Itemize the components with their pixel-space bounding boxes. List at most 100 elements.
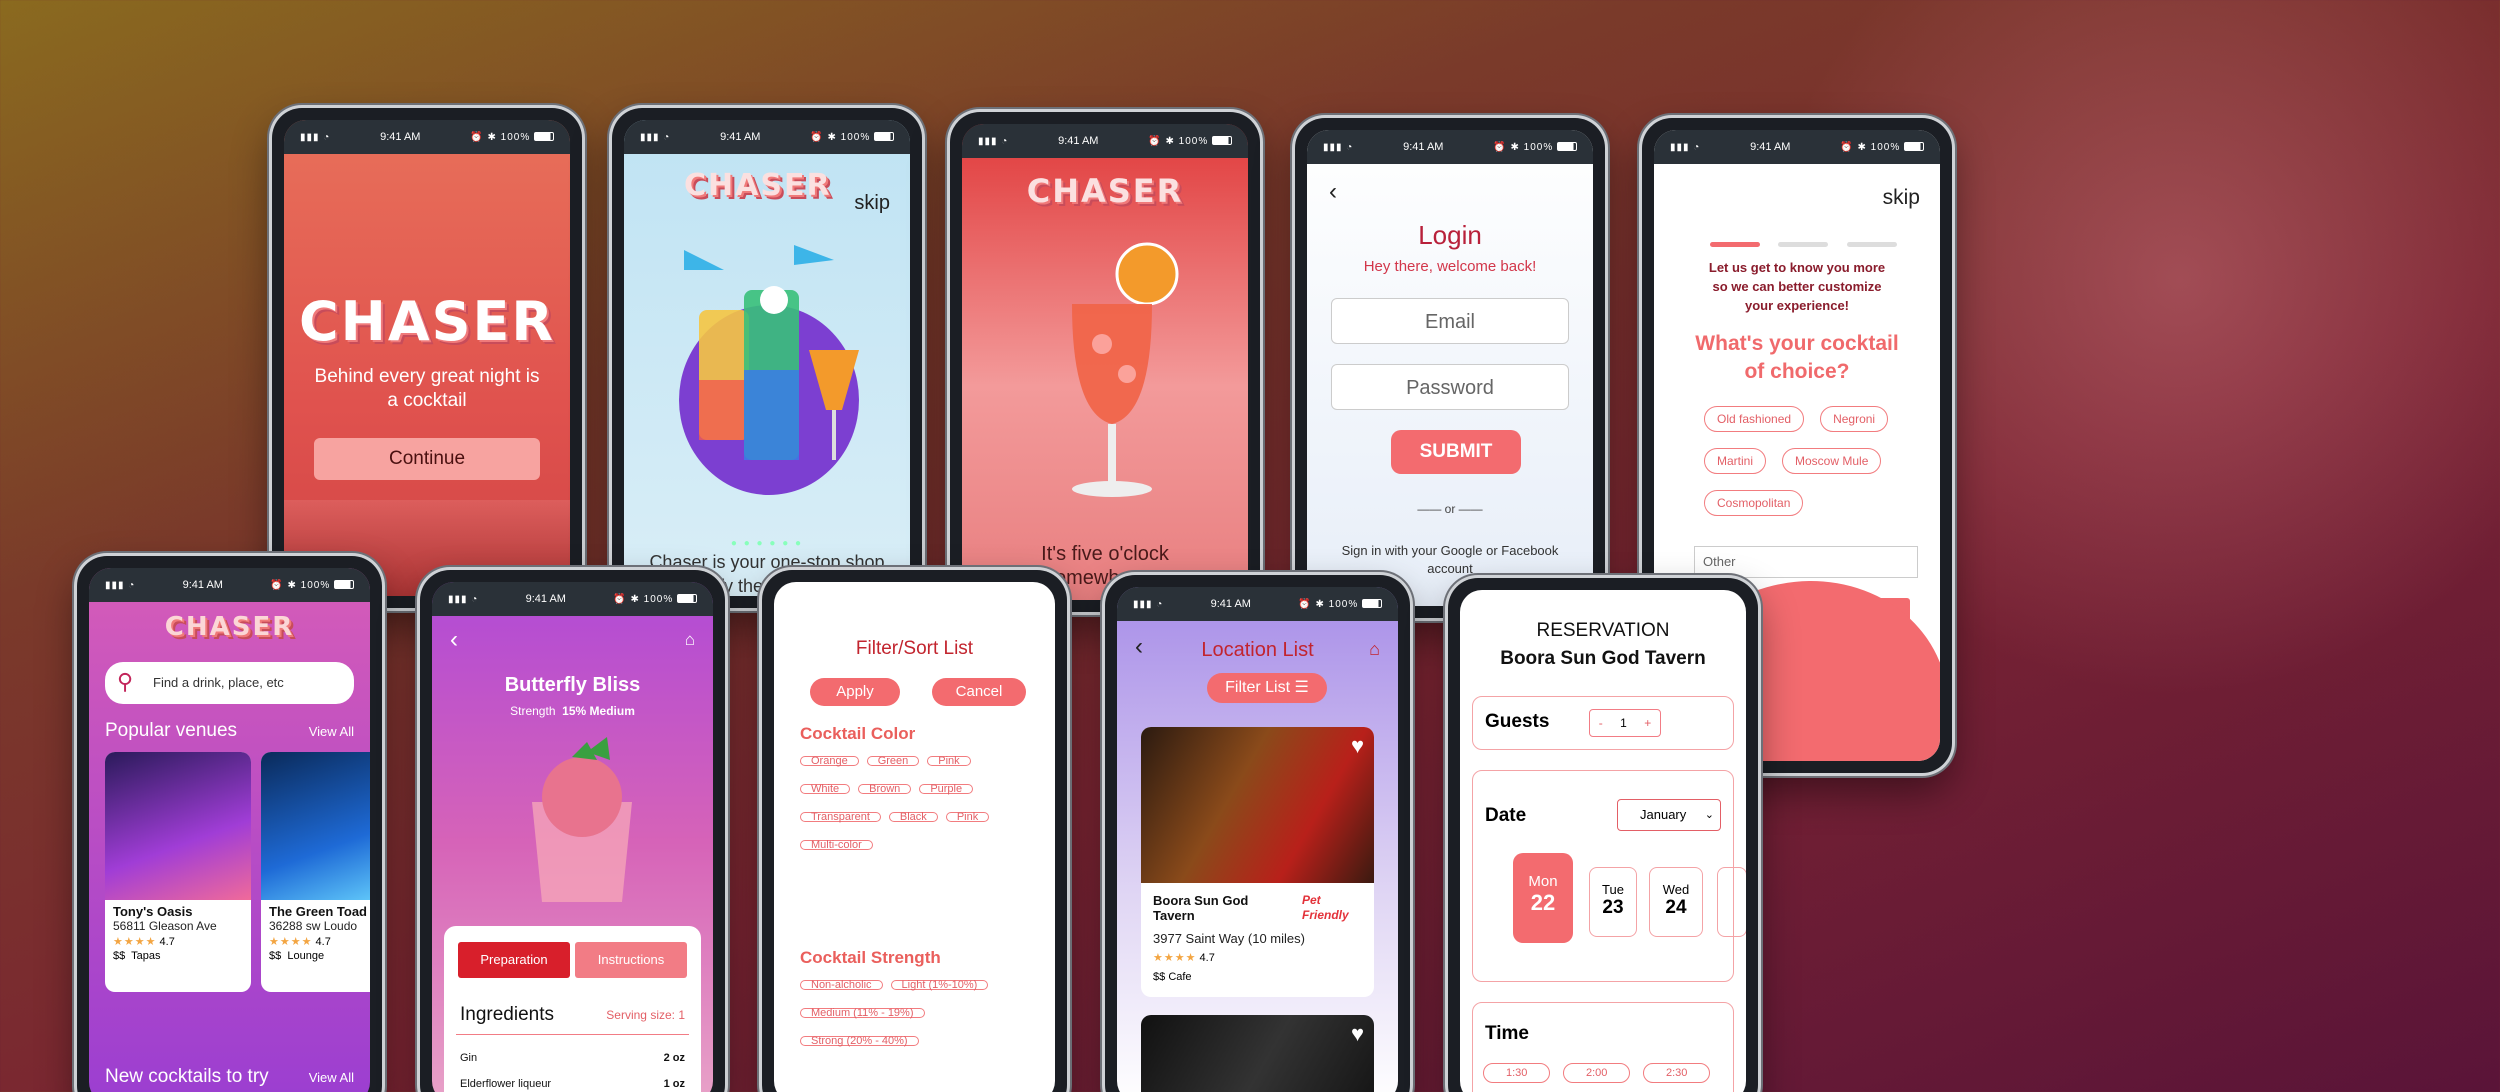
continue-button[interactable]: Continue [314,438,540,480]
day-option[interactable]: Tue 23 [1589,867,1637,937]
filter-chip[interactable]: Orange [800,756,859,767]
guests-stepper[interactable]: - 1 + [1589,709,1661,737]
venue-name: Tony's Oasis [113,904,193,919]
home-icon[interactable]: ⌂ [1369,639,1380,660]
filter-chip[interactable]: Purple [919,784,974,795]
month-select[interactable]: January ⌄ [1617,799,1721,831]
strength-chips: Non-alcholic Light (1%-10%) Medium (11% -… [800,980,1045,1056]
location-card[interactable]: ♥ Boora Sun God Tavern Pet Friendly 3977… [1141,727,1374,997]
rating-stars: ★★★★ [113,936,157,948]
tab-preparation[interactable]: Preparation [458,942,570,978]
increment-button[interactable]: + [1644,716,1651,730]
view-all-link[interactable]: View All [309,724,354,739]
strength-section-title: Cocktail Strength [800,948,941,967]
venue-image [105,752,251,900]
location-tag: Pet Friendly [1302,893,1349,922]
day-of-week: Mon [1528,873,1558,890]
phone-onboard-2: ▮▮▮ ◔ 9:41 AM ⏰ ✱ 100% CHASER It's five o'… [950,112,1260,612]
view-all-link[interactable]: View All [309,1070,354,1085]
reservation-venue: Boora Sun God Tavern [1500,648,1706,669]
day-number: 23 [1602,897,1624,918]
filter-chip[interactable]: Light (1%-10%) [890,980,989,991]
status-bar: ▮▮▮ ◔ 9:41 AM ⏰ ✱ 100% [89,568,370,602]
search-input[interactable]: ⚲ Find a drink, place, etc [105,662,354,704]
submit-button[interactable]: SUBMIT [1391,430,1521,474]
phone-location-list: ▮▮▮ ◔ 9:41 AM ⏰ ✱ 100% ‹ Location List ⌂ F… [1105,575,1410,1092]
status-bar: ▮▮▮ ◔ 9:41 AM ⏰ ✱ 100% [1307,130,1593,164]
venue-card[interactable]: Tony's Oasis 56811 Gleason Ave ★★★★ 4.7 … [105,752,251,992]
skip-button[interactable]: skip [854,192,890,215]
day-number: 22 [1530,890,1556,915]
app-logo: CHASER [299,290,555,353]
splash-tagline: Behind every great night is a cocktail [314,366,540,411]
filter-chip[interactable]: Medium (11% - 19%) [800,1008,925,1019]
rating-stars: ★★★★ [1153,952,1197,964]
choice-chip[interactable]: Old fashioned [1704,406,1805,432]
day-of-week: Tue [1602,882,1624,897]
filter-chip[interactable]: Non-alcholic [800,980,883,991]
app-logo: CHASER [164,612,295,642]
location-card[interactable]: ♥ [1141,1015,1374,1092]
filter-chip[interactable]: Green [866,756,920,767]
filter-chip[interactable]: Multi-color [800,840,873,851]
tab-instructions[interactable]: Instructions [575,942,687,978]
ingredient-row: Gin 2 oz [460,1052,685,1064]
email-field[interactable]: Email [1331,298,1569,344]
rating-value: 4.7 [159,936,175,948]
choice-chip[interactable]: Negroni [1820,406,1889,432]
ingredients-title: Ingredients [460,1004,555,1025]
or-divider: —— or —— [1417,502,1483,516]
filter-chip[interactable]: Pink [927,756,971,767]
apply-button[interactable]: Apply [810,678,900,706]
filter-list-button[interactable]: Filter List ☰ [1207,673,1327,703]
time-option[interactable]: 2:00 [1563,1063,1631,1083]
divider [456,1034,689,1035]
time-option[interactable]: 1:30 [1483,1063,1551,1083]
location-image: ♥ [1141,727,1374,883]
phone-splash: ▮▮▮ ◔ 9:41 AM ⏰ ✱ 100% CHASER Behind every… [272,108,582,608]
choice-chip[interactable]: Martini [1704,448,1767,474]
reservation-title: RESERVATION [1536,620,1670,641]
back-icon[interactable]: ‹ [1329,178,1337,206]
venue-card[interactable]: The Green Toad 36288 sw Loudo ★★★★ 4.7 $… [261,752,370,992]
day-option[interactable]: Mon 22 [1513,853,1573,943]
status-time: 9:41 AM [380,131,421,143]
filter-chip[interactable]: Transparent [800,812,881,823]
favorite-icon[interactable]: ♥ [1351,1021,1364,1047]
phone-home: ▮▮▮ ◔ 9:41 AM ⏰ ✱ 100% CHASER ⚲ Find a dri… [77,556,382,1092]
day-option[interactable] [1717,867,1746,937]
phone-filter: Filter/Sort List Apply Cancel Cocktail C… [762,570,1067,1092]
serving-size: Serving size: 1 [606,1008,685,1022]
strength-value: 15% Medium [562,704,635,718]
status-bar: ▮▮▮ ◔ 9:41 AM ⏰ ✱ 100% [284,120,570,154]
skip-button[interactable]: skip [1883,186,1920,210]
home-icon[interactable]: ⌂ [685,630,695,650]
filter-chip[interactable]: Strong (20% - 40%) [800,1036,919,1047]
password-field[interactable]: Password [1331,364,1569,410]
venue-address: 36288 sw Loudo [269,919,358,933]
cancel-button[interactable]: Cancel [932,678,1026,706]
other-input[interactable]: Other [1694,546,1918,578]
filter-chip[interactable]: Brown [858,784,912,795]
ingredient-qty: 2 oz [663,1052,685,1064]
choice-chip[interactable]: Moscow Mule [1782,448,1882,474]
filter-chip[interactable]: Black [888,812,938,823]
time-panel: Time 1:30 2:00 2:30 [1472,1002,1734,1092]
ingredient-name: Gin [460,1052,478,1064]
decrement-button[interactable]: - [1599,716,1603,730]
date-label: Date [1485,805,1527,826]
choice-chip[interactable]: Cosmopolitan [1704,490,1804,516]
day-option[interactable]: Wed 24 [1649,867,1703,937]
login-subtitle: Hey there, welcome back! [1363,258,1537,275]
search-icon: ⚲ [117,669,134,694]
favorite-icon[interactable]: ♥ [1351,733,1364,759]
price-level: $$ [1153,971,1166,983]
back-icon[interactable]: ‹ [450,626,458,654]
time-option[interactable]: 2:30 [1643,1063,1711,1083]
filter-chip[interactable]: White [800,784,851,795]
drink-image [532,737,632,902]
filter-label: Filter List [1225,679,1291,696]
app-logo: CHASER [684,168,832,203]
location-address: 3977 Saint Way (10 miles) [1153,931,1305,946]
filter-chip[interactable]: Pink [945,812,990,823]
